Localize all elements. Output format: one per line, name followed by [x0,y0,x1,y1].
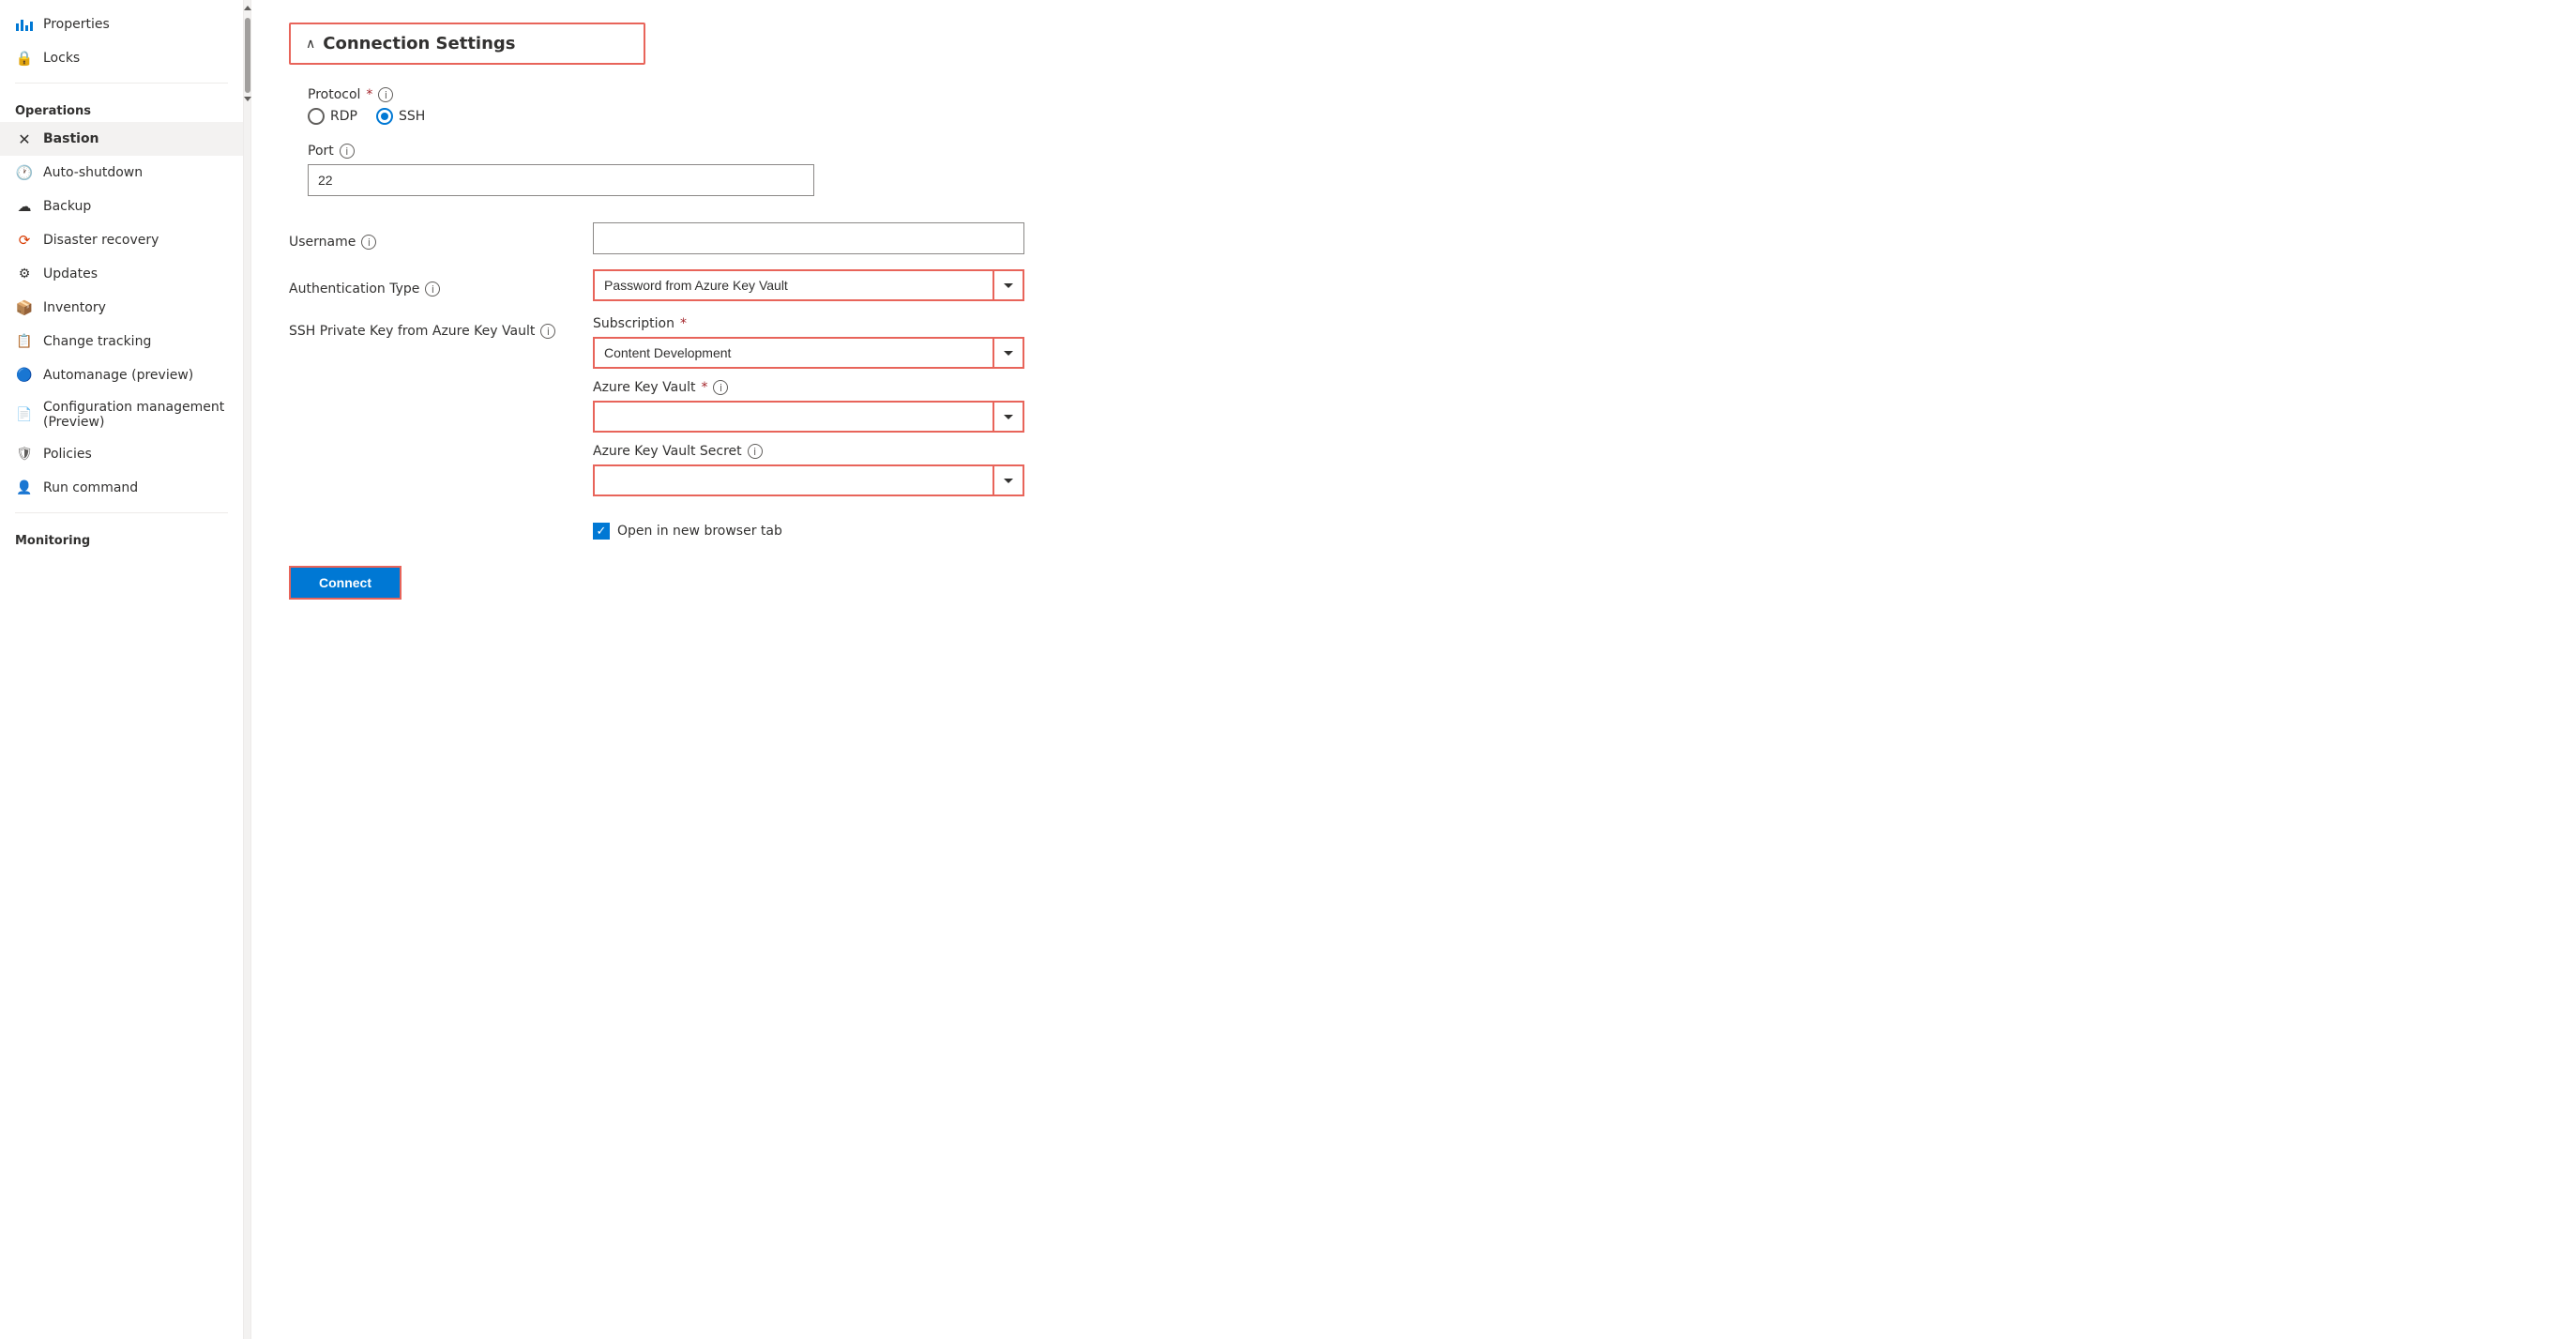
scrollbar[interactable] [244,0,251,1339]
azure-key-vault-secret-field: Azure Key Vault Secret i [593,444,1024,496]
sidebar-label-backup: Backup [43,199,91,214]
sidebar-label-change-tracking: Change tracking [43,334,151,349]
collapse-chevron-icon: ∧ [306,37,315,52]
backup-icon: ☁ [15,197,34,216]
connection-settings-header[interactable]: ∧ Connection Settings [289,23,645,65]
properties-icon [15,15,34,34]
azure-key-vault-select[interactable] [593,401,1024,433]
sidebar-label-disaster-recovery: Disaster recovery [43,233,159,248]
sidebar-label-bastion: Bastion [43,131,99,146]
ssh-radio-dot [381,113,388,120]
connect-section: Connect [289,566,2538,600]
sidebar-item-backup[interactable]: ☁ Backup [0,190,243,223]
subscription-field: Subscription * Content Development [593,316,1024,369]
clock-icon: 🕐 [15,163,34,182]
scroll-down-arrow[interactable] [244,97,251,101]
azure-key-vault-secret-label: Azure Key Vault Secret i [593,444,1024,459]
run-icon: 👤 [15,479,34,497]
ssh-key-vault-fields: Subscription * Content Development [593,316,1024,540]
azure-key-vault-secret-info-icon[interactable]: i [748,444,763,459]
port-input[interactable] [308,164,814,196]
sidebar-label-updates: Updates [43,266,98,281]
sidebar-item-inventory[interactable]: 📦 Inventory [0,291,243,325]
open-new-tab-label: Open in new browser tab [617,524,782,539]
sidebar-item-change-tracking[interactable]: 📋 Change tracking [0,325,243,358]
bastion-icon: ✕ [15,129,34,148]
sidebar-item-updates[interactable]: ⚙ Updates [0,257,243,291]
username-label: Username i [289,227,570,250]
inventory-icon: 📦 [15,298,34,317]
sidebar-item-policies[interactable]: 🛡 Policies [0,437,243,471]
sidebar-label-auto-shutdown: Auto-shutdown [43,165,143,180]
ssh-key-vault-info-icon[interactable]: i [540,324,555,339]
checkbox-check-icon: ✓ [597,525,607,538]
protocol-radio-group: RDP SSH [308,108,2538,125]
azure-key-vault-label: Azure Key Vault * i [593,380,1024,395]
section-title: Connection Settings [323,34,515,53]
protocol-label: Protocol * i [308,87,2538,102]
rdp-label: RDP [330,109,357,124]
subscription-select[interactable]: Content Development [593,337,1024,369]
sidebar: Properties 🔒 Locks Operations ✕ Bastion … [0,0,244,1339]
sidebar-item-locks[interactable]: 🔒 Locks [0,41,243,75]
subscription-select-wrapper: Content Development [593,337,1024,369]
ssh-key-vault-label: SSH Private Key from Azure Key Vault i [289,316,570,339]
port-label: Port i [308,144,814,159]
sidebar-item-properties[interactable]: Properties [0,8,243,41]
protocol-ssh-option[interactable]: SSH [376,108,425,125]
sidebar-label-locks: Locks [43,51,80,66]
connect-button[interactable]: Connect [289,566,402,600]
open-new-tab-checkbox[interactable]: ✓ [593,523,610,540]
azure-key-vault-secret-select-wrapper [593,464,1024,496]
updates-icon: ⚙ [15,265,34,283]
auth-type-select-wrapper: Password Password from Azure Key Vault S… [593,269,1024,301]
sidebar-label-automanage: Automanage (preview) [43,368,193,383]
dr-icon: ⟳ [15,231,34,250]
policies-icon: 🛡 [15,445,34,464]
ssh-radio-circle[interactable] [376,108,393,125]
sidebar-item-automanage[interactable]: 🔵 Automanage (preview) [0,358,243,392]
sidebar-item-run-command[interactable]: 👤 Run command [0,471,243,505]
sidebar-label-policies: Policies [43,447,92,462]
username-input-wrapper [593,222,2538,254]
scroll-thumb[interactable] [245,18,250,93]
rdp-radio-circle[interactable] [308,108,325,125]
main-content: ∧ Connection Settings Protocol * i RDP S… [251,0,2576,1339]
protocol-required: * [366,87,372,102]
auth-type-wrapper: Password Password from Azure Key Vault S… [593,269,1024,301]
auth-type-select[interactable]: Password Password from Azure Key Vault S… [593,269,1024,301]
subscription-required: * [680,316,687,331]
username-input[interactable] [593,222,1024,254]
sidebar-label-config-mgmt: Configuration management (Preview) [43,400,228,430]
sidebar-item-auto-shutdown[interactable]: 🕐 Auto-shutdown [0,156,243,190]
auth-type-info-icon[interactable]: i [425,281,440,297]
sidebar-label-properties: Properties [43,17,110,32]
azure-key-vault-info-icon[interactable]: i [713,380,728,395]
protocol-info-icon[interactable]: i [378,87,393,102]
azure-key-vault-required: * [701,380,707,395]
port-info-icon[interactable]: i [340,144,355,159]
azure-key-vault-select-wrapper [593,401,1024,433]
open-new-tab-row: ✓ Open in new browser tab [593,523,1024,540]
section-header-monitoring: Monitoring [0,521,243,552]
sidebar-item-disaster-recovery[interactable]: ⟳ Disaster recovery [0,223,243,257]
azure-key-vault-field: Azure Key Vault * i [593,380,1024,433]
auth-type-label: Authentication Type i [289,274,570,297]
username-info-icon[interactable]: i [361,235,376,250]
section-header-operations: Operations [0,91,243,122]
automanage-icon: 🔵 [15,366,34,385]
sidebar-item-bastion[interactable]: ✕ Bastion [0,122,243,156]
config-icon: 📄 [15,405,34,424]
subscription-label: Subscription * [593,316,1024,331]
protocol-rdp-option[interactable]: RDP [308,108,357,125]
sidebar-item-config-mgmt[interactable]: 📄 Configuration management (Preview) [0,392,243,437]
sidebar-label-inventory: Inventory [43,300,106,315]
change-icon: 📋 [15,332,34,351]
azure-key-vault-secret-select[interactable] [593,464,1024,496]
scroll-up-arrow[interactable] [244,6,251,10]
ssh-label: SSH [399,109,425,124]
lock-icon: 🔒 [15,49,34,68]
sidebar-label-run-command: Run command [43,480,138,495]
